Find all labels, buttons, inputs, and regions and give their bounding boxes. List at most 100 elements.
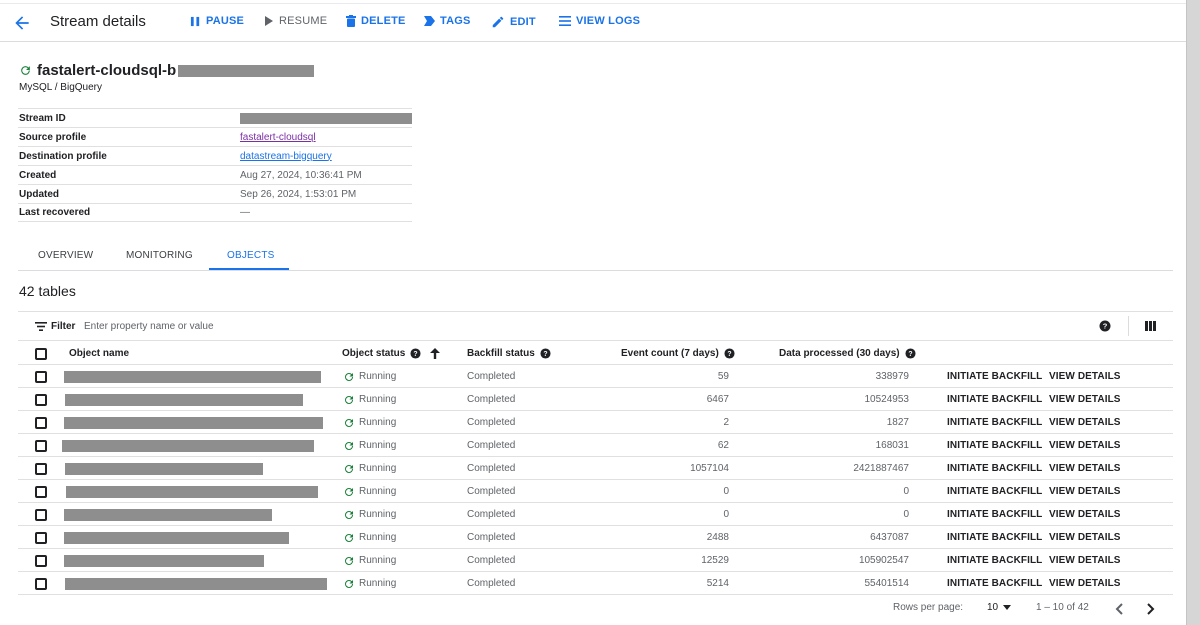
tab-overview[interactable]: OVERVIEW [38,250,93,261]
svg-text:?: ? [543,351,547,358]
redacted-object-name[interactable] [64,370,321,383]
table-row: Running Completed 1057104 2421887467 INITIAT… [18,457,1173,480]
help-circle-icon[interactable]: ? [724,348,735,359]
redacted-object-name[interactable] [62,439,314,452]
source-profile-link[interactable]: fastalert-cloudsql [240,132,316,143]
detail-label: Updated [19,188,59,200]
row-checkbox[interactable] [35,462,47,475]
filter-input[interactable] [84,318,484,335]
redacted-object-name[interactable] [64,531,289,544]
initiate-backfill-button[interactable]: INITIATE BACKFILL [947,578,1042,589]
row-checkbox[interactable] [35,393,47,406]
chevron-right-icon[interactable] [1146,601,1156,617]
redacted-object-name[interactable] [64,416,323,429]
refresh-running-icon [345,464,353,473]
column-view-icon[interactable] [1145,321,1156,331]
refresh-running-icon [345,487,353,496]
initiate-backfill-button[interactable]: INITIATE BACKFILL [947,486,1042,497]
refresh-running-icon [345,579,353,588]
tab-objects[interactable]: OBJECTS [227,250,275,261]
object-status: Running [359,509,397,520]
help-circle-icon[interactable]: ? [905,348,916,359]
table-row: Running Completed 62 168031 INITIATE BACKFIL… [18,434,1173,457]
detail-row: Updated Sep 26, 2024, 1:53:01 PM [18,184,412,203]
view-details-button[interactable]: VIEW DETAILS [1049,578,1121,589]
row-checkbox[interactable] [35,439,47,452]
redacted-object-name[interactable] [64,554,264,567]
help-circle-icon[interactable]: ? [1099,320,1111,332]
column-header-object-name[interactable]: Object name [69,348,129,359]
initiate-backfill-button[interactable]: INITIATE BACKFILL [947,509,1042,520]
edit-button[interactable]: EDIT [491,15,536,29]
view-details-button[interactable]: VIEW DETAILS [1049,417,1121,428]
object-status: Running [359,532,397,543]
svg-text:?: ? [1103,322,1108,331]
rows-per-page-select[interactable]: 10 [987,599,1012,615]
initiate-backfill-button[interactable]: INITIATE BACKFILL [947,371,1042,382]
stream-details-table: Stream ID Source profile fastalert-cloud… [18,108,412,222]
filter-icon[interactable] [35,322,47,331]
table-row: Running Completed 0 0 INITIATE BACKFILL VIEW … [18,480,1173,503]
destination-profile-link[interactable]: datastream-bigquery [240,151,332,162]
initiate-backfill-button[interactable]: INITIATE BACKFILL [947,440,1042,451]
redacted-object-name[interactable] [66,485,318,498]
arrow-up-icon[interactable] [430,348,441,359]
row-checkbox[interactable] [35,416,47,429]
refresh-running-icon [345,395,353,404]
column-header-backfill-status[interactable]: Backfill status [467,348,535,359]
row-checkbox[interactable] [35,370,47,383]
window-edge [1186,0,1200,625]
backfill-status: Completed [467,578,516,589]
initiate-backfill-button[interactable]: INITIATE BACKFILL [947,555,1042,566]
resume-button[interactable]: RESUME [264,15,327,27]
view-details-button[interactable]: VIEW DETAILS [1049,555,1121,566]
help-circle-icon[interactable]: ? [540,348,551,359]
row-checkbox[interactable] [35,485,47,498]
tags-label: TAGS [440,15,471,27]
row-checkbox[interactable] [35,531,47,544]
help-circle-icon[interactable]: ? [410,348,421,359]
delete-button[interactable]: DELETE [346,15,406,27]
event-count: 6467 [706,394,729,405]
view-details-button[interactable]: VIEW DETAILS [1049,486,1121,497]
tab-monitoring[interactable]: MONITORING [126,250,193,261]
table-row: Running Completed 12529 105902547 INITIATE B… [18,549,1173,572]
row-checkbox[interactable] [35,554,47,567]
delete-label: DELETE [361,15,406,27]
view-details-button[interactable]: VIEW DETAILS [1049,463,1121,474]
redacted-object-name[interactable] [64,508,272,521]
view-details-button[interactable]: VIEW DETAILS [1049,440,1121,451]
column-header-data-processed[interactable]: Data processed (30 days) [779,348,900,359]
initiate-backfill-button[interactable]: INITIATE BACKFILL [947,394,1042,405]
refresh-running-icon [345,418,353,427]
redacted-block [178,64,315,77]
row-checkbox[interactable] [35,577,47,590]
initiate-backfill-button[interactable]: INITIATE BACKFILL [947,532,1042,543]
view-details-button[interactable]: VIEW DETAILS [1049,371,1121,382]
view-details-button[interactable]: VIEW DETAILS [1049,509,1121,520]
initiate-backfill-button[interactable]: INITIATE BACKFILL [947,463,1042,474]
chevron-left-icon[interactable] [1114,601,1124,617]
row-checkbox[interactable] [35,508,47,521]
redacted-object-name[interactable] [65,393,303,406]
view-details-button[interactable]: VIEW DETAILS [1049,532,1121,543]
view-details-button[interactable]: VIEW DETAILS [1049,394,1121,405]
column-header-object-status[interactable]: Object status [342,348,405,359]
redacted-object-name[interactable] [65,577,327,590]
object-status: Running [359,371,397,382]
column-header-event-count[interactable]: Event count (7 days) [621,348,719,359]
objects-table: Object name Object status ? Backfill sta… [18,342,1173,595]
object-status: Running [359,463,397,474]
arrow-back-icon[interactable] [12,13,32,33]
initiate-backfill-button[interactable]: INITIATE BACKFILL [947,417,1042,428]
view-logs-button[interactable]: VIEW LOGS [559,15,640,27]
redacted-object-name[interactable] [65,462,263,475]
object-status: Running [359,440,397,451]
object-status: Running [359,394,397,405]
tags-button[interactable]: TAGS [424,15,471,27]
pause-button[interactable]: PAUSE [190,15,244,27]
svg-text:?: ? [414,351,418,358]
select-all-checkbox[interactable] [35,347,47,360]
filter-label: Filter [51,321,76,332]
data-processed: 55401514 [864,578,910,589]
